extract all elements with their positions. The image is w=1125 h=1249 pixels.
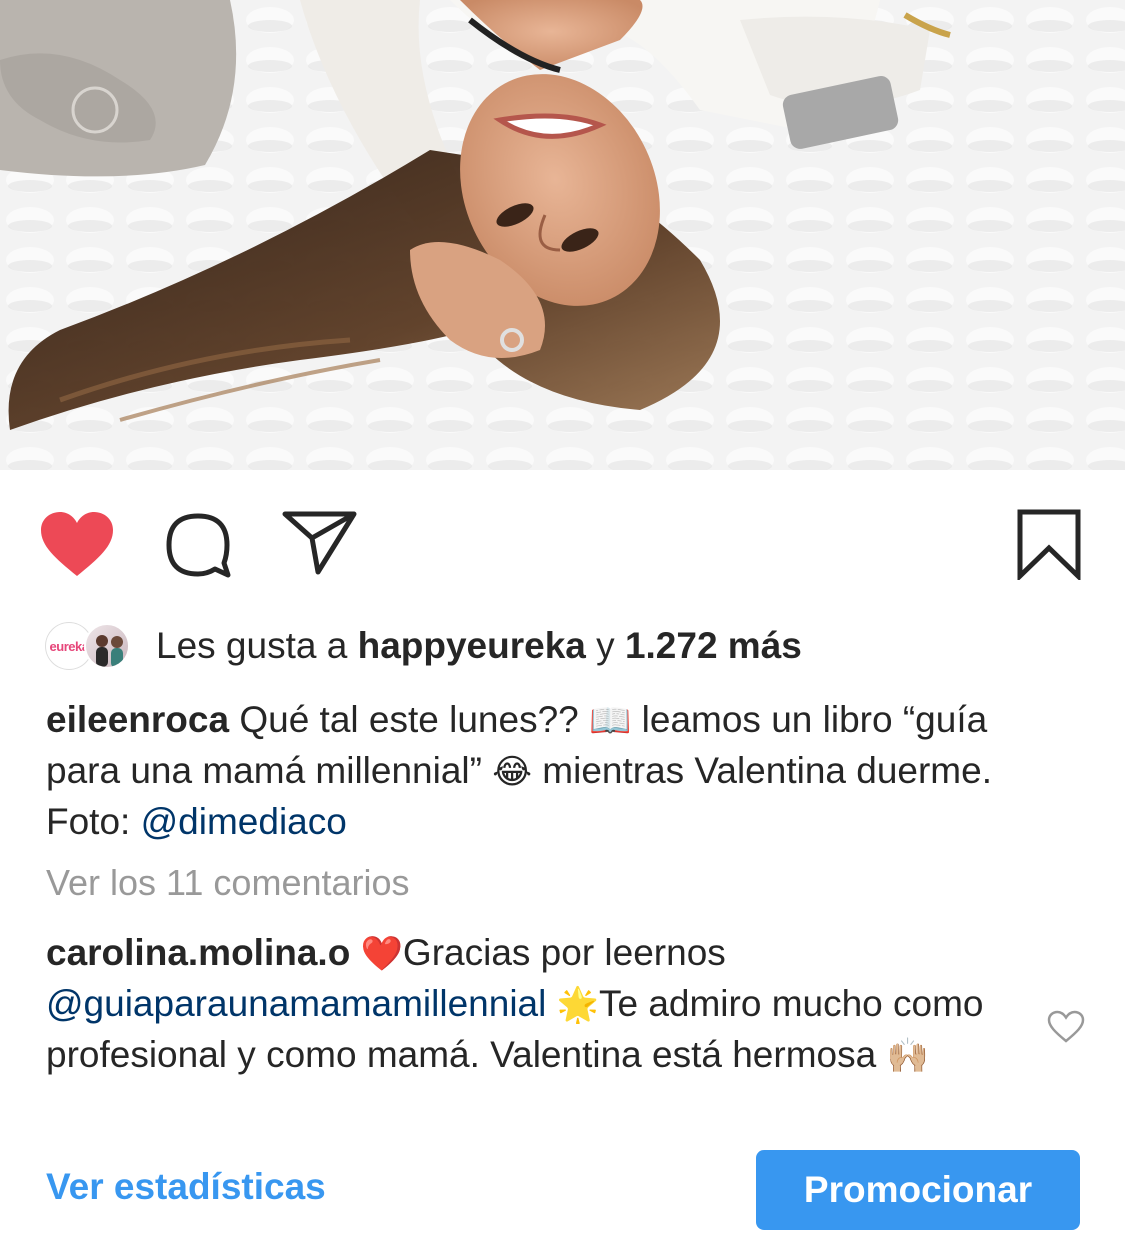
caption-username[interactable]: eileenroca — [46, 699, 229, 740]
view-comments-link[interactable]: Ver los 11 comentarios — [46, 862, 410, 904]
likes-count[interactable]: 1.272 más — [625, 625, 802, 667]
comment-text: Gracias por leernos — [402, 932, 737, 973]
raising-hands-emoji: 🙌🏼 — [886, 1036, 929, 1076]
comment-bubble-icon[interactable] — [164, 511, 234, 581]
heart-emoji: ❤️ — [360, 934, 403, 974]
comment-mention[interactable]: @guiaparaunamamamillennial — [46, 983, 546, 1024]
caption-mention[interactable]: @dimediaco — [141, 801, 347, 842]
heart-outline-icon[interactable] — [1047, 1010, 1085, 1044]
comment-username[interactable]: carolina.molina.o — [46, 932, 350, 973]
avatar-photo-icon — [96, 635, 123, 667]
bookmark-icon[interactable] — [1016, 508, 1082, 580]
comment-item: carolina.molina.o ❤️Gracias por leernos … — [46, 928, 1031, 1081]
post-caption: eileenroca Qué tal este lunes?? 📖 leamos… — [46, 695, 1056, 846]
caption-text: Qué tal este lunes?? — [229, 699, 590, 740]
post-photo-illustration — [0, 0, 1125, 470]
promote-button[interactable]: Promocionar — [756, 1150, 1080, 1230]
likes-prefix: Les gusta a — [156, 625, 358, 666]
avatar-logo-text: eureka — [49, 638, 89, 654]
avatar — [84, 623, 130, 669]
star-emoji: 🌟 — [556, 985, 599, 1025]
laughing-emoji: 😂 — [492, 752, 532, 792]
likes-summary[interactable]: eureka Les gusta a happyeureka y 1.272 m… — [46, 620, 802, 672]
paper-plane-icon[interactable] — [282, 510, 358, 576]
liker-username[interactable]: happyeureka — [358, 625, 586, 667]
liker-avatars: eureka — [46, 620, 142, 672]
book-emoji: 📖 — [589, 701, 632, 741]
view-insights-link[interactable]: Ver estadísticas — [46, 1166, 326, 1208]
heart-icon[interactable] — [39, 510, 115, 578]
likes-connector: y — [585, 625, 625, 666]
post-action-bar — [0, 470, 1125, 610]
post-photo[interactable] — [0, 0, 1125, 470]
